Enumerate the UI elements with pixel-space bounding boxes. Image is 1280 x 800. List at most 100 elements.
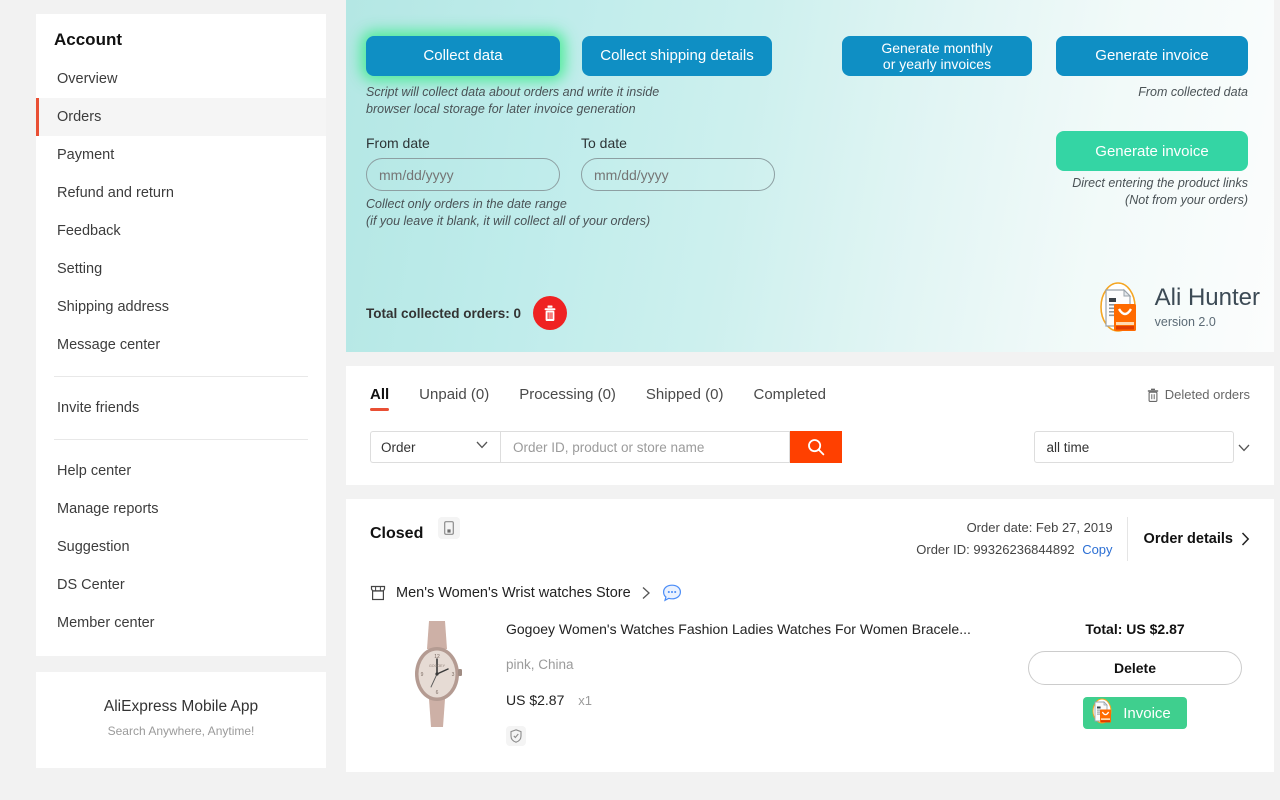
sidebar-item-label: Message center — [57, 337, 160, 353]
tab-label: Processing (0) — [519, 386, 616, 403]
orders-filter-card: All Unpaid (0) Processing (0) Shipped (0… — [346, 366, 1274, 485]
sidebar-item-invite-friends[interactable]: Invite friends — [36, 389, 326, 427]
account-sidebar: Account Overview Orders Payment Refund a… — [36, 14, 326, 768]
tab-label: Unpaid (0) — [419, 386, 489, 403]
generate-monthly-invoices-button[interactable]: Generate monthly or yearly invoices — [842, 36, 1032, 76]
sidebar-card: Account Overview Orders Payment Refund a… — [36, 14, 326, 656]
product-thumbnail[interactable]: 12 3 6 9 GOGOEY — [400, 617, 474, 731]
main-content: Collect data Collect shipping details Ge… — [346, 0, 1274, 772]
time-range-select[interactable]: all time — [1034, 431, 1234, 463]
svg-text:6: 6 — [436, 690, 439, 696]
product-title[interactable]: Gogoey Women's Watches Fashion Ladies Wa… — [506, 621, 1020, 637]
sidebar-item-label: Overview — [57, 71, 117, 87]
sidebar-item-refund-and-return[interactable]: Refund and return — [36, 174, 326, 212]
sidebar-item-help-center[interactable]: Help center — [36, 452, 326, 490]
search-icon — [806, 437, 826, 457]
order-details-label: Order details — [1144, 531, 1233, 547]
sidebar-item-overview[interactable]: Overview — [36, 60, 326, 98]
product-quantity: x1 — [578, 693, 592, 708]
search-type-select[interactable]: Order — [370, 431, 500, 463]
generate-invoice-direct-button[interactable]: Generate invoice — [1056, 131, 1248, 171]
status-badge: Closed — [370, 525, 423, 542]
ali-hunter-name: Ali Hunter — [1155, 286, 1260, 310]
sidebar-item-manage-reports[interactable]: Manage reports — [36, 490, 326, 528]
tab-label: All — [370, 386, 389, 403]
to-date-input[interactable] — [581, 158, 775, 191]
collect-data-button[interactable]: Collect data — [366, 36, 560, 76]
ali-hunter-invoice-icon — [1089, 698, 1115, 728]
app-root: Account Overview Orders Payment Refund a… — [0, 0, 1280, 800]
delete-order-button[interactable]: Delete — [1028, 651, 1242, 685]
order-card: Closed Order date: Feb 27, 2019 Order ID… — [346, 499, 1274, 772]
sidebar-item-label: Member center — [57, 615, 155, 631]
mobile-app-subtitle: Search Anywhere, Anytime! — [46, 724, 316, 738]
mobile-app-title: AliExpress Mobile App — [46, 698, 316, 716]
order-status-tabs: All Unpaid (0) Processing (0) Shipped (0… — [370, 380, 1250, 411]
sidebar-item-suggestion[interactable]: Suggestion — [36, 528, 326, 566]
tab-processing[interactable]: Processing (0) — [519, 380, 616, 411]
total-collected-orders-label: Total collected orders: 0 — [366, 306, 521, 321]
from-date-input[interactable] — [366, 158, 560, 191]
tab-completed[interactable]: Completed — [753, 380, 826, 411]
clear-collected-data-button[interactable] — [533, 296, 567, 330]
sidebar-item-label: Help center — [57, 463, 131, 479]
sidebar-item-label: Setting — [57, 261, 102, 277]
sidebar-item-setting[interactable]: Setting — [36, 250, 326, 288]
sidebar-item-shipping-address[interactable]: Shipping address — [36, 288, 326, 326]
store-icon — [370, 585, 386, 601]
tab-label: Shipped (0) — [646, 386, 724, 403]
sidebar-item-label: Orders — [57, 109, 101, 125]
chat-icon[interactable] — [662, 583, 682, 603]
chevron-right-icon — [1241, 532, 1250, 546]
ali-hunter-logo-icon — [1093, 280, 1143, 334]
tab-all[interactable]: All — [370, 380, 389, 411]
sidebar-item-label: Payment — [57, 147, 114, 163]
svg-text:12: 12 — [434, 654, 440, 660]
invoice-button[interactable]: Invoice — [1083, 697, 1187, 729]
invoice-button-wrapper: Invoice — [1020, 685, 1250, 729]
collect-data-hint: Script will collect data about orders an… — [366, 84, 659, 118]
sidebar-item-payment[interactable]: Payment — [36, 136, 326, 174]
direct-links-hint: Direct entering the product links (Not f… — [986, 175, 1248, 209]
generate-invoice-from-data-button[interactable]: Generate invoice — [1056, 36, 1248, 76]
order-card-header: Closed Order date: Feb 27, 2019 Order ID… — [370, 517, 1250, 561]
deleted-orders-link[interactable]: Deleted orders — [1147, 380, 1250, 402]
tab-label: Completed — [753, 386, 826, 403]
date-range-hint: Collect only orders in the date range (i… — [366, 196, 650, 230]
sidebar-item-message-center[interactable]: Message center — [36, 326, 326, 364]
to-date-label: To date — [581, 135, 627, 151]
store-name-link[interactable]: Men's Women's Wrist watches Store — [396, 585, 631, 601]
collect-shipping-details-button[interactable]: Collect shipping details — [582, 36, 772, 76]
sidebar-item-member-center[interactable]: Member center — [36, 604, 326, 642]
tab-shipped[interactable]: Shipped (0) — [646, 380, 724, 411]
search-input[interactable] — [500, 431, 790, 463]
chevron-right-icon — [641, 586, 652, 600]
order-id-row: Order ID: 99326236844892 Copy — [916, 539, 1112, 561]
sidebar-divider-1 — [54, 376, 308, 377]
ali-hunter-logo-text: Ali Hunter version 2.0 — [1155, 286, 1260, 329]
sidebar-item-label: DS Center — [57, 577, 125, 593]
ali-hunter-banner: Collect data Collect shipping details Ge… — [346, 0, 1274, 352]
sidebar-item-orders[interactable]: Orders — [36, 98, 326, 136]
trash-icon — [542, 305, 558, 322]
sidebar-item-label: Refund and return — [57, 185, 174, 201]
product-price-row: US $2.87 x1 — [506, 692, 1020, 708]
copy-order-id-button[interactable]: Copy — [1082, 542, 1112, 557]
deleted-orders-label: Deleted orders — [1165, 387, 1250, 402]
svg-text:9: 9 — [421, 672, 424, 678]
tab-unpaid[interactable]: Unpaid (0) — [419, 380, 489, 411]
from-collected-data-hint: From collected data — [1056, 84, 1248, 101]
sidebar-item-label: Invite friends — [57, 400, 139, 416]
order-product-row: 12 3 6 9 GOGOEY Gogoey Women's Watches F… — [370, 617, 1250, 746]
order-meta: Order date: Feb 27, 2019 Order ID: 99326… — [916, 517, 1127, 561]
svg-text:3: 3 — [452, 672, 455, 678]
sidebar-item-feedback[interactable]: Feedback — [36, 212, 326, 250]
search-button[interactable] — [790, 431, 842, 463]
order-search-row: Order all time — [370, 431, 1250, 463]
sidebar-divider-2 — [54, 439, 308, 440]
ali-hunter-version: version 2.0 — [1155, 315, 1260, 329]
sidebar-item-ds-center[interactable]: DS Center — [36, 566, 326, 604]
order-date: Order date: Feb 27, 2019 — [916, 517, 1112, 539]
sidebar-item-label: Manage reports — [57, 501, 159, 517]
order-details-link[interactable]: Order details — [1128, 531, 1250, 547]
